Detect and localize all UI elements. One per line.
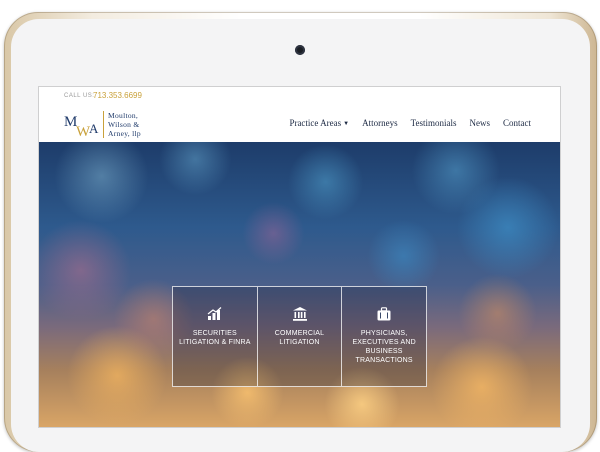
main-nav: Practice Areas ▼ Attorneys Testimonials N… (289, 118, 531, 128)
practice-area-cards: SECURITIES LITIGATION & FINRA COMMERCIAL… (172, 286, 427, 387)
hero-bokeh-background: SECURITIES LITIGATION & FINRA COMMERCIAL… (39, 142, 560, 427)
card-securities-litigation[interactable]: SECURITIES LITIGATION & FINRA (173, 287, 257, 386)
card-physicians-executives[interactable]: PHYSICIANS, EXECUTIVES AND BUSINESS TRAN… (341, 287, 426, 386)
nav-attorneys[interactable]: Attorneys (362, 118, 398, 128)
briefcase-icon (377, 307, 391, 321)
card-commercial-litigation[interactable]: COMMERCIAL LITIGATION (256, 287, 342, 386)
firm-name-line-2: Wilson & (108, 120, 140, 129)
caret-down-icon: ▼ (343, 121, 350, 127)
svg-text:A: A (89, 121, 99, 136)
nav-news[interactable]: News (470, 118, 491, 128)
nav-contact[interactable]: Contact (503, 118, 531, 128)
mwa-logo-icon[interactable]: M W A (64, 112, 101, 138)
call-us-label: CALL US: (64, 93, 95, 99)
top-bar: CALL US: 713.353.6699 (39, 87, 560, 107)
nav-practice-areas[interactable]: Practice Areas ▼ (289, 118, 349, 128)
logo-divider (103, 111, 104, 138)
nav-testimonials[interactable]: Testimonials (411, 118, 457, 128)
camera-icon (295, 45, 305, 55)
website-screen: CALL US: 713.353.6699 M W A Moulton, Wil… (39, 87, 560, 427)
nav-practice-areas-label: Practice Areas (289, 118, 342, 128)
chart-icon (207, 307, 222, 320)
card-label: SECURITIES LITIGATION & FINRA (179, 330, 251, 346)
courthouse-icon (292, 307, 307, 321)
firm-name-line-3: Arney, llp (108, 129, 141, 138)
card-label: COMMERCIAL LITIGATION (274, 330, 325, 346)
phone-link[interactable]: 713.353.6699 (93, 91, 142, 100)
firm-name[interactable]: Moulton, Wilson & Arney, llp (108, 111, 141, 138)
site-header: M W A Moulton, Wilson & Arney, llp Pract… (39, 106, 560, 142)
firm-name-line-1: Moulton, (108, 111, 139, 120)
card-label: PHYSICIANS, EXECUTIVES AND BUSINESS TRAN… (352, 330, 416, 364)
